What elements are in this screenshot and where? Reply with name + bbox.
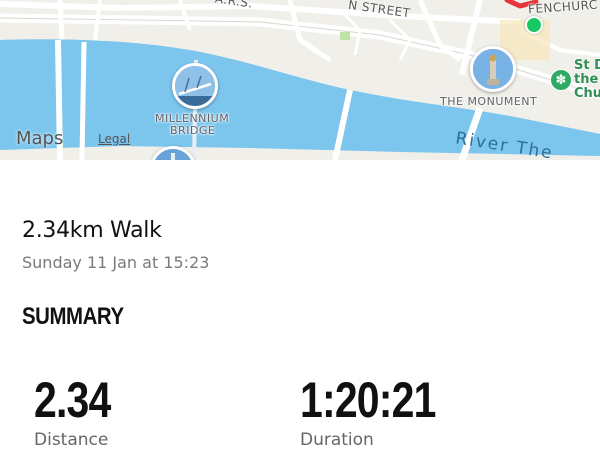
summary-heading: SUMMARY	[22, 303, 124, 330]
duration-stat: 1:20:21 Duration	[300, 372, 465, 450]
church-label: the	[574, 72, 599, 87]
duration-value: 1:20:21	[300, 372, 436, 428]
apple-maps-logo: Maps	[14, 128, 63, 149]
legal-link[interactable]: Legal	[98, 132, 130, 146]
church-label: Chu	[574, 86, 600, 101]
monument-label: THE MONUMENT	[440, 95, 538, 108]
millennium-bridge-label: BRIDGE	[170, 124, 216, 137]
distance-label: Distance	[34, 430, 109, 450]
workout-date: Sunday 11 Jan at 15:23	[22, 253, 210, 272]
workout-title: 2.34km Walk	[22, 218, 162, 243]
church-icon[interactable]: ✽	[550, 69, 572, 91]
workout-details: 2.34km Walk Sunday 11 Jan at 15:23 SUMMA…	[0, 160, 600, 450]
church-label: St D	[574, 58, 600, 73]
monument-poi[interactable]	[470, 46, 516, 92]
duration-label: Duration	[300, 430, 374, 450]
maps-brand-label: Maps	[16, 128, 64, 149]
route-map[interactable]: A.R.S. N STREET FENCHURC MILLENNIUM BRID…	[0, 0, 600, 160]
distance-value: 2.34	[34, 372, 111, 428]
millennium-bridge-poi[interactable]	[172, 63, 218, 109]
route-start-marker	[525, 16, 543, 34]
distance-stat: 2.34 Distance	[34, 372, 127, 450]
